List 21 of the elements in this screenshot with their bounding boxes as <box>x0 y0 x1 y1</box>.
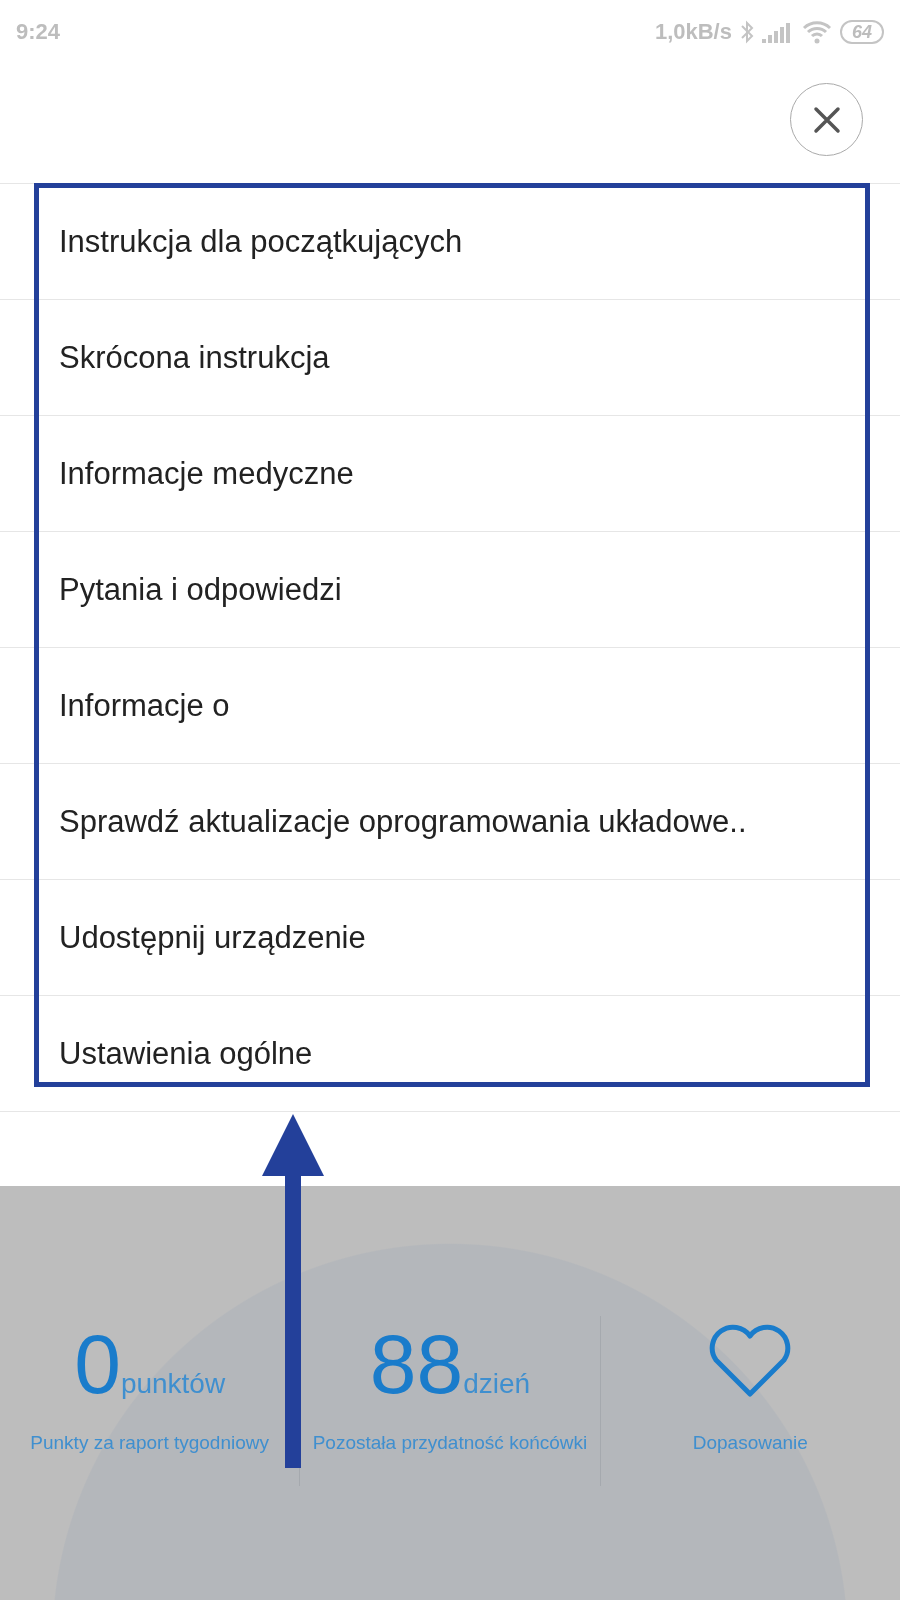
stat-caption: Dopasowanie <box>692 1432 808 1454</box>
battery-level: 64 <box>839 20 884 44</box>
close-icon <box>812 105 841 134</box>
stat-value: 0 <box>74 1316 121 1413</box>
stat-caption: Pozostała przydatność końcówki <box>312 1432 588 1454</box>
bluetooth-icon <box>739 20 754 44</box>
menu-item[interactable]: Informacje o <box>0 648 900 764</box>
menu-item[interactable]: Informacje medyczne <box>0 416 900 532</box>
stat-unit: dzień <box>463 1368 531 1400</box>
status-time: 9:24 <box>16 19 61 45</box>
menu-item[interactable]: Ustawienia ogólne <box>0 996 900 1112</box>
wifi-icon <box>801 20 832 44</box>
stat-unit: punktów <box>120 1368 226 1400</box>
menu-item[interactable]: Instrukcja dla początkujących <box>0 184 900 300</box>
menu-item[interactable]: Sprawdź aktualizacje oprogramowania układowe.. <box>0 764 900 880</box>
menu-item[interactable]: Skrócona instrukcja <box>0 300 900 416</box>
stat-caption: Punkty za raport tygodniowy <box>30 1432 269 1454</box>
network-speed: 1,0kB/s <box>654 19 732 45</box>
stat-value: 88 <box>369 1316 464 1413</box>
menu-item[interactable]: Pytania i odpowiedzi <box>0 532 900 648</box>
menu-item[interactable]: Udostępnij urządzenie <box>0 880 900 996</box>
